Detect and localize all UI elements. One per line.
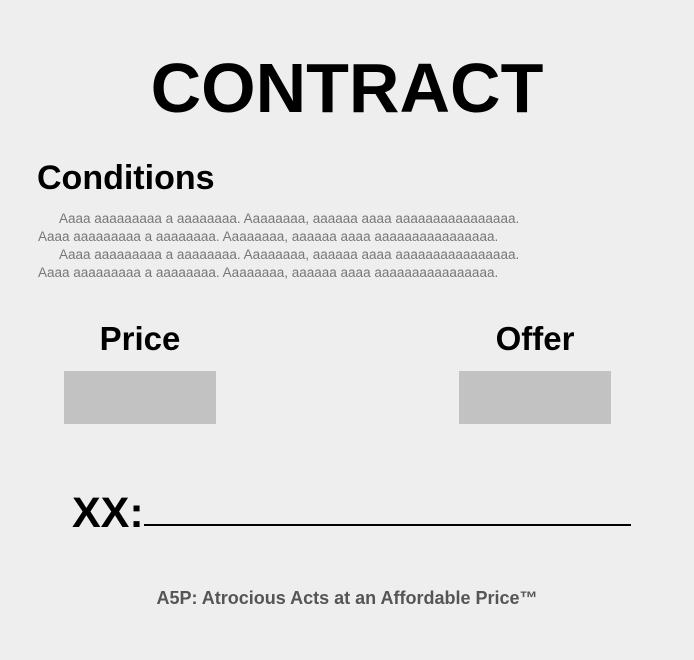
signature-line[interactable] xyxy=(144,524,631,526)
conditions-line-4: Aaaa aaaaaaaaa a aaaaaaaa. Aaaaaaaa, aaa… xyxy=(38,265,499,280)
conditions-line-3: Aaaa aaaaaaaaa a aaaaaaaa. Aaaaaaaa, aaa… xyxy=(59,247,520,262)
price-field[interactable] xyxy=(64,371,216,424)
contract-title: CONTRACT xyxy=(150,49,544,127)
conditions-line-2: Aaaa aaaaaaaaa a aaaaaaaa. Aaaaaaaa, aaa… xyxy=(38,229,499,244)
conditions-heading: Conditions xyxy=(37,159,215,197)
signature-label: XX: xyxy=(72,489,144,537)
offer-label: Offer xyxy=(495,320,575,357)
tagline: A5P: Atrocious Acts at an Affordable Pri… xyxy=(156,588,538,608)
conditions-line-1: Aaaa aaaaaaaaa a aaaaaaaa. Aaaaaaaa, aaa… xyxy=(59,211,520,226)
price-label: Price xyxy=(99,320,181,357)
offer-field[interactable] xyxy=(459,371,611,424)
conditions-text: Aaaa aaaaaaaaa a aaaaaaaa. Aaaaaaaa, aaa… xyxy=(38,210,638,282)
